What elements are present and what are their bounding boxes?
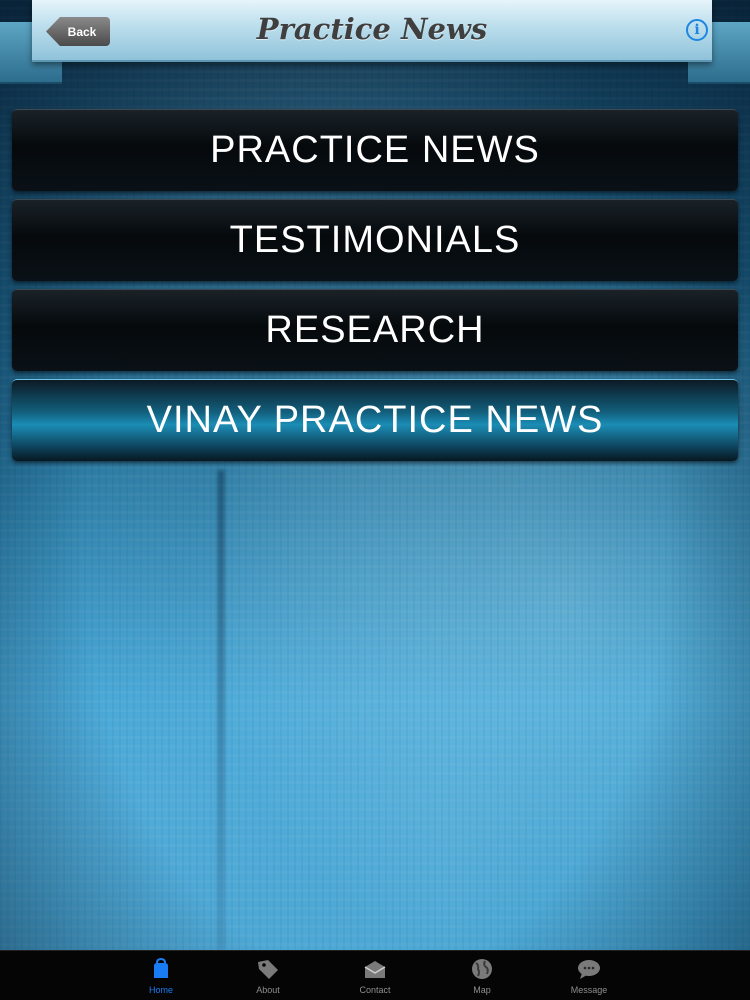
tab-label: Message [570,985,608,995]
menu-item-label: VINAY PRACTICE NEWS [146,399,604,441]
menu-item-research[interactable]: RESEARCH [12,289,738,371]
menu-list: PRACTICE NEWS TESTIMONIALS RESEARCH VINA… [12,109,738,469]
menu-item-label: TESTIMONIALS [229,219,521,261]
tab-map[interactable]: Map [429,951,536,1000]
envelope-icon [362,957,388,981]
menu-item-label: RESEARCH [265,309,485,351]
header-bar: Back Practice News i [32,0,712,62]
tab-message[interactable]: Message [536,951,643,1000]
tab-label: About [256,985,280,995]
chat-bubble-icon [576,957,602,981]
info-icon[interactable]: i [686,19,708,41]
tag-icon [255,957,281,981]
tab-home[interactable]: Home [108,951,215,1000]
tab-label: Map [473,985,491,995]
menu-item-testimonials[interactable]: TESTIMONIALS [12,199,738,281]
tab-bar: Home About Contact Map Message [0,950,750,1000]
page-title: Practice News [256,12,488,46]
menu-item-label: PRACTICE NEWS [210,129,540,171]
menu-item-vinay-practice-news[interactable]: VINAY PRACTICE NEWS [12,379,738,461]
home-icon [148,957,174,981]
background-crack [218,470,224,950]
tab-label: Home [148,985,173,995]
menu-item-practice-news[interactable]: PRACTICE NEWS [12,109,738,191]
tab-label: Contact [359,985,391,995]
tab-contact[interactable]: Contact [322,951,429,1000]
globe-icon [469,957,495,981]
tab-about[interactable]: About [215,951,322,1000]
